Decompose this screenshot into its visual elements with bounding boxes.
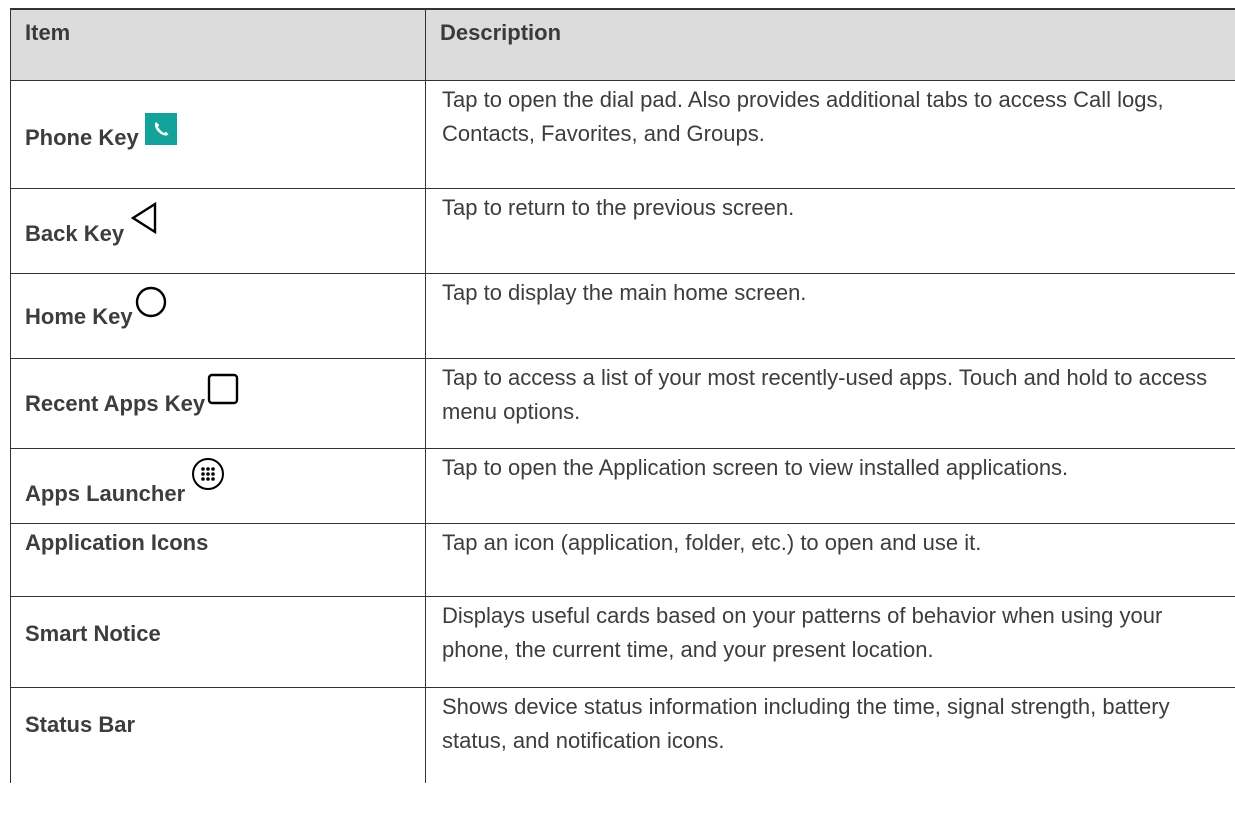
table-row: Back Key Tap to return to the previous s… [10,188,1235,274]
table-row: Recent Apps Key Tap to access a list of … [10,358,1235,449]
phone-icon [144,113,177,145]
item-cell: Status Bar [10,687,426,783]
header-description: Description [425,8,1235,81]
description-cell: Tap to access a list of your most recent… [425,358,1235,449]
item-label: Recent Apps Key [25,391,206,416]
item-label: Back Key [25,221,125,246]
table-row: Apps Launcher Tap to open the Applicatio… [10,448,1235,524]
item-cell: Phone Key [10,80,426,189]
item-label: Home Key [25,304,133,329]
description-cell: Tap to open the Application screen to vi… [425,448,1235,524]
item-cell: Smart Notice [10,596,426,688]
header-item: Item [10,8,426,81]
item-label: Apps Launcher [25,481,186,506]
description-cell: Shows device status information includin… [425,687,1235,783]
back-triangle-icon [130,201,158,245]
description-cell: Tap an icon (application, folder, etc.) … [425,523,1235,597]
table-row: Smart Notice Displays useful cards based… [10,596,1235,688]
item-cell: Recent Apps Key [10,358,426,449]
home-circle-icon [135,286,167,328]
item-cell: Apps Launcher [10,448,426,524]
item-label: Status Bar [25,712,136,737]
table-row: Status Bar Shows device status informati… [10,687,1235,783]
description-cell: Displays useful cards based on your patt… [425,596,1235,688]
table-row: Home Key Tap to display the main home sc… [10,273,1235,359]
item-cell: Back Key [10,188,426,274]
description-cell: Tap to return to the previous screen. [425,188,1235,274]
description-cell: Tap to open the dial pad. Also provides … [425,80,1235,189]
apps-launcher-icon [191,457,225,501]
item-cell: Home Key [10,273,426,359]
item-label: Phone Key [25,125,139,150]
table-header-row: Item Description [10,8,1235,81]
item-label: Smart Notice [25,621,161,646]
table-row: Application Icons Tap an icon (applicati… [10,523,1235,597]
table-row: Phone Key Tap to open the dial pad. Also… [10,80,1235,189]
item-cell: Application Icons [10,523,426,597]
recent-apps-square-icon [207,373,239,415]
key-reference-table: Item Description Phone Key Tap to open t… [10,8,1235,783]
item-label: Application Icons [25,530,209,555]
description-cell: Tap to display the main home screen. [425,273,1235,359]
